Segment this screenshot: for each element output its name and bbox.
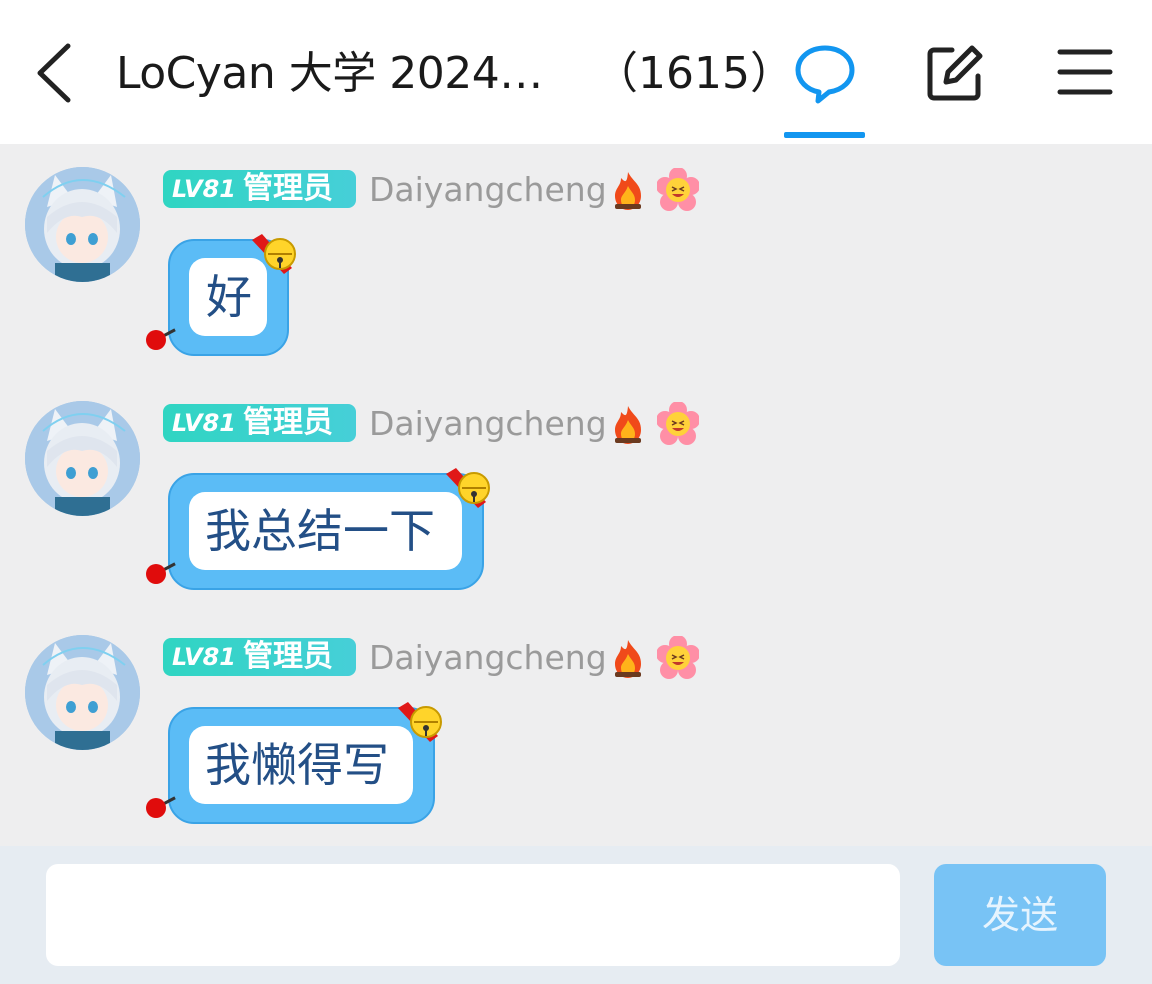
role-label: 管理员 [243, 639, 333, 674]
chevron-left-icon[interactable] [30, 40, 80, 106]
edit-icon[interactable] [922, 40, 988, 106]
bell-icon [446, 468, 490, 508]
bubble-decoration-dot [146, 564, 166, 584]
fire-icon [615, 172, 641, 210]
level-label: LV81 [172, 175, 236, 203]
bell-icon [252, 234, 296, 274]
username[interactable]: Daiyangcheng [369, 168, 607, 212]
message-item: LV81 管理员 Daiyangcheng 我懒得写 [0, 612, 1152, 846]
flower-emoji-icon [657, 168, 699, 211]
chat-bubble-icon[interactable] [792, 40, 858, 106]
level-label: LV81 [172, 409, 236, 437]
avatar[interactable] [25, 635, 140, 750]
fire-icon [615, 640, 641, 678]
message-input[interactable] [46, 864, 900, 966]
avatar-image [25, 635, 140, 750]
level-label: LV81 [172, 643, 236, 671]
bell-icon [398, 702, 442, 742]
level-badge: LV81 管理员 [163, 404, 356, 442]
chat-header: LoCyan 大学 2024… （1615） [0, 0, 1152, 144]
bubble-decoration-dot [146, 798, 166, 818]
level-badge: LV81 管理员 [163, 638, 356, 676]
message-text: 好 [206, 270, 252, 324]
flower-emoji-icon [657, 402, 699, 445]
bubble-content: 我总结一下 [189, 492, 462, 570]
avatar-image [25, 401, 140, 516]
message-text: 我总结一下 [205, 504, 435, 558]
composer-bar: 发送 [0, 846, 1152, 984]
message-bubble[interactable]: 我总结一下 [168, 473, 484, 590]
message-item: LV81 管理员 Daiyangcheng 我总结一下 [0, 378, 1152, 612]
username[interactable]: Daiyangcheng [369, 636, 607, 680]
role-label: 管理员 [243, 171, 333, 206]
page-title: LoCyan 大学 2024… [116, 48, 543, 99]
member-count: （1615） [594, 48, 794, 99]
flower-emoji-icon [657, 636, 699, 679]
message-text: 我懒得写 [205, 738, 389, 792]
avatar-image [25, 167, 140, 282]
level-badge: LV81 管理员 [163, 170, 356, 208]
bubble-decoration-dot [146, 330, 166, 350]
send-button[interactable]: 发送 [934, 864, 1106, 966]
active-tab-indicator [784, 132, 865, 138]
message-item: LV81 管理员 Daiyangcheng 好 [0, 144, 1152, 378]
avatar[interactable] [25, 167, 140, 282]
fire-icon [615, 406, 641, 444]
avatar[interactable] [25, 401, 140, 516]
menu-icon[interactable] [1052, 40, 1118, 106]
bubble-content: 我懒得写 [189, 726, 413, 804]
message-list[interactable]: LV81 管理员 Daiyangcheng 好 LV81 管理员 Daiyang… [0, 144, 1152, 846]
role-label: 管理员 [243, 405, 333, 440]
username[interactable]: Daiyangcheng [369, 402, 607, 446]
